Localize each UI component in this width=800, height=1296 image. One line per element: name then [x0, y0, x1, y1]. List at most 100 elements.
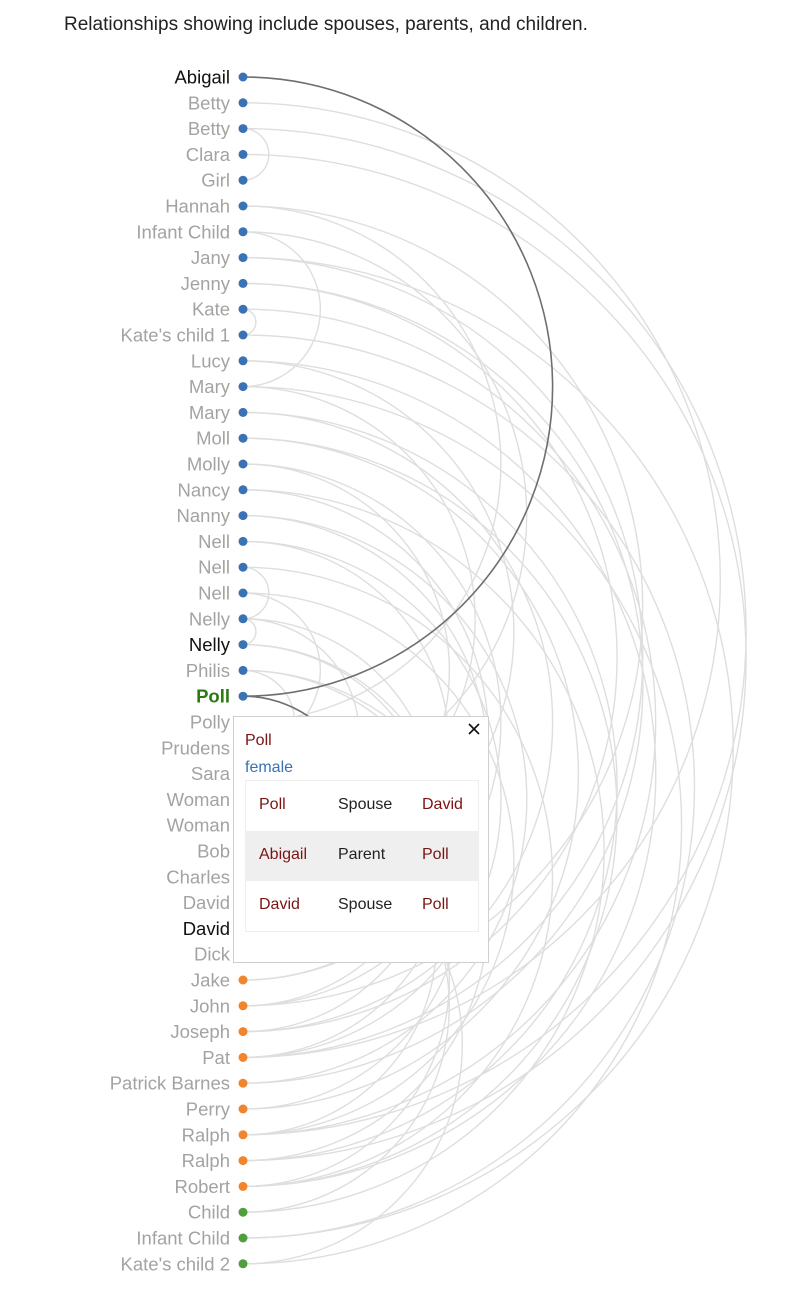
relationship-row[interactable]: David Spouse Poll — [246, 881, 478, 931]
person-node[interactable] — [238, 1181, 248, 1191]
person-node[interactable] — [238, 72, 248, 82]
person-label[interactable]: Polly — [190, 712, 231, 733]
popup-person-name: Poll — [245, 732, 272, 749]
person-label[interactable]: Kate's child 1 — [121, 325, 230, 346]
person-node[interactable] — [238, 485, 248, 495]
person-node[interactable] — [238, 175, 248, 185]
relationship-row[interactable]: Abigail Parent Poll — [246, 831, 478, 881]
person-label[interactable]: Joseph — [170, 1021, 230, 1042]
person-node[interactable] — [238, 304, 248, 314]
person-label[interactable]: Child — [188, 1202, 230, 1223]
person-label[interactable]: Ralph — [182, 1124, 230, 1145]
person-label[interactable]: Hannah — [165, 196, 230, 217]
relation-from: David — [259, 896, 300, 913]
person-label[interactable]: Woman — [167, 815, 230, 836]
person-nodes — [238, 72, 248, 1269]
person-label[interactable]: Nancy — [178, 479, 231, 500]
person-label[interactable]: Kate — [192, 299, 230, 320]
person-node[interactable] — [238, 640, 248, 650]
person-node[interactable] — [238, 433, 248, 443]
person-label[interactable]: Patrick Barnes — [110, 1073, 230, 1094]
person-node[interactable] — [238, 1207, 248, 1217]
person-node[interactable] — [238, 407, 248, 417]
close-icon[interactable] — [466, 721, 482, 737]
person-label[interactable]: Nelly — [189, 634, 231, 655]
person-label[interactable]: Perry — [186, 1099, 231, 1120]
person-node[interactable] — [238, 382, 248, 392]
person-label[interactable]: Poll — [196, 686, 230, 707]
person-label[interactable]: Nanny — [177, 505, 231, 526]
person-label[interactable]: Betty — [188, 92, 231, 113]
person-label[interactable]: Philis — [186, 660, 230, 681]
person-node[interactable] — [238, 1052, 248, 1062]
person-label[interactable]: Betty — [188, 118, 231, 139]
person-label[interactable]: Mary — [189, 376, 231, 397]
person-label[interactable]: Infant Child — [136, 221, 230, 242]
person-node[interactable] — [238, 124, 248, 134]
person-label[interactable]: Lucy — [191, 350, 231, 371]
person-node[interactable] — [238, 201, 248, 211]
person-node[interactable] — [238, 149, 248, 159]
person-label[interactable]: Woman — [167, 789, 230, 810]
person-node[interactable] — [238, 691, 248, 701]
person-node[interactable] — [238, 227, 248, 237]
person-label[interactable]: John — [190, 995, 230, 1016]
person-node[interactable] — [238, 511, 248, 521]
person-node[interactable] — [238, 1027, 248, 1037]
relationship-arc — [242, 153, 747, 1162]
person-node[interactable] — [238, 588, 248, 598]
person-node[interactable] — [238, 278, 248, 288]
arc-links — [242, 76, 747, 1265]
person-node[interactable] — [238, 459, 248, 469]
person-node[interactable] — [238, 1104, 248, 1114]
person-label[interactable]: Jake — [191, 970, 230, 991]
person-label[interactable]: Nelly — [189, 608, 231, 629]
person-node[interactable] — [238, 1078, 248, 1088]
person-node[interactable] — [238, 1130, 248, 1140]
relation-type: Spouse — [338, 796, 393, 813]
relationship-arc — [242, 127, 747, 1136]
relation-to: David — [422, 796, 463, 813]
person-label[interactable]: Dick — [194, 944, 231, 965]
person-node[interactable] — [238, 536, 248, 546]
person-label[interactable]: David — [183, 918, 230, 939]
person-label[interactable]: Charles — [166, 866, 230, 887]
person-labels: Abigail Betty Betty Clara Girl Hannah Infant C… — [110, 67, 231, 1275]
person-label[interactable]: Sara — [191, 763, 231, 784]
person-label[interactable]: Bob — [197, 841, 230, 862]
person-label[interactable]: Molly — [187, 454, 231, 475]
relationship-row[interactable]: Poll Spouse David — [246, 781, 478, 831]
person-node[interactable] — [238, 665, 248, 675]
person-node[interactable] — [238, 975, 248, 985]
person-node[interactable] — [238, 98, 248, 108]
person-node[interactable] — [238, 1259, 248, 1269]
person-label[interactable]: Ralph — [182, 1150, 230, 1171]
person-label[interactable]: Nell — [198, 557, 230, 578]
person-node[interactable] — [238, 614, 248, 624]
person-label[interactable]: Mary — [189, 402, 231, 423]
person-node[interactable] — [238, 562, 248, 572]
person-node[interactable] — [238, 356, 248, 366]
relation-to: Poll — [422, 846, 449, 863]
person-label[interactable]: Nell — [198, 531, 230, 552]
person-node[interactable] — [238, 253, 248, 263]
person-node[interactable] — [238, 330, 248, 340]
person-label[interactable]: Moll — [196, 428, 230, 449]
person-label[interactable]: Jany — [191, 247, 231, 268]
person-label[interactable]: Abigail — [174, 67, 230, 88]
person-label[interactable]: Clara — [186, 144, 231, 165]
person-label[interactable]: David — [183, 892, 230, 913]
person-label[interactable]: Pat — [202, 1047, 230, 1068]
person-label[interactable]: Robert — [174, 1176, 230, 1197]
person-label[interactable]: Girl — [201, 170, 230, 191]
person-label[interactable]: Nell — [198, 583, 230, 604]
person-node[interactable] — [238, 1233, 248, 1243]
person-label[interactable]: Jenny — [181, 273, 231, 294]
person-node[interactable] — [238, 1001, 248, 1011]
person-node[interactable] — [238, 1156, 248, 1166]
person-label[interactable]: Kate's child 2 — [121, 1253, 230, 1274]
relation-type: Parent — [338, 846, 386, 863]
person-label[interactable]: Prudens — [161, 737, 230, 758]
popup-person-gender: female — [245, 759, 294, 776]
person-label[interactable]: Infant Child — [136, 1228, 230, 1249]
